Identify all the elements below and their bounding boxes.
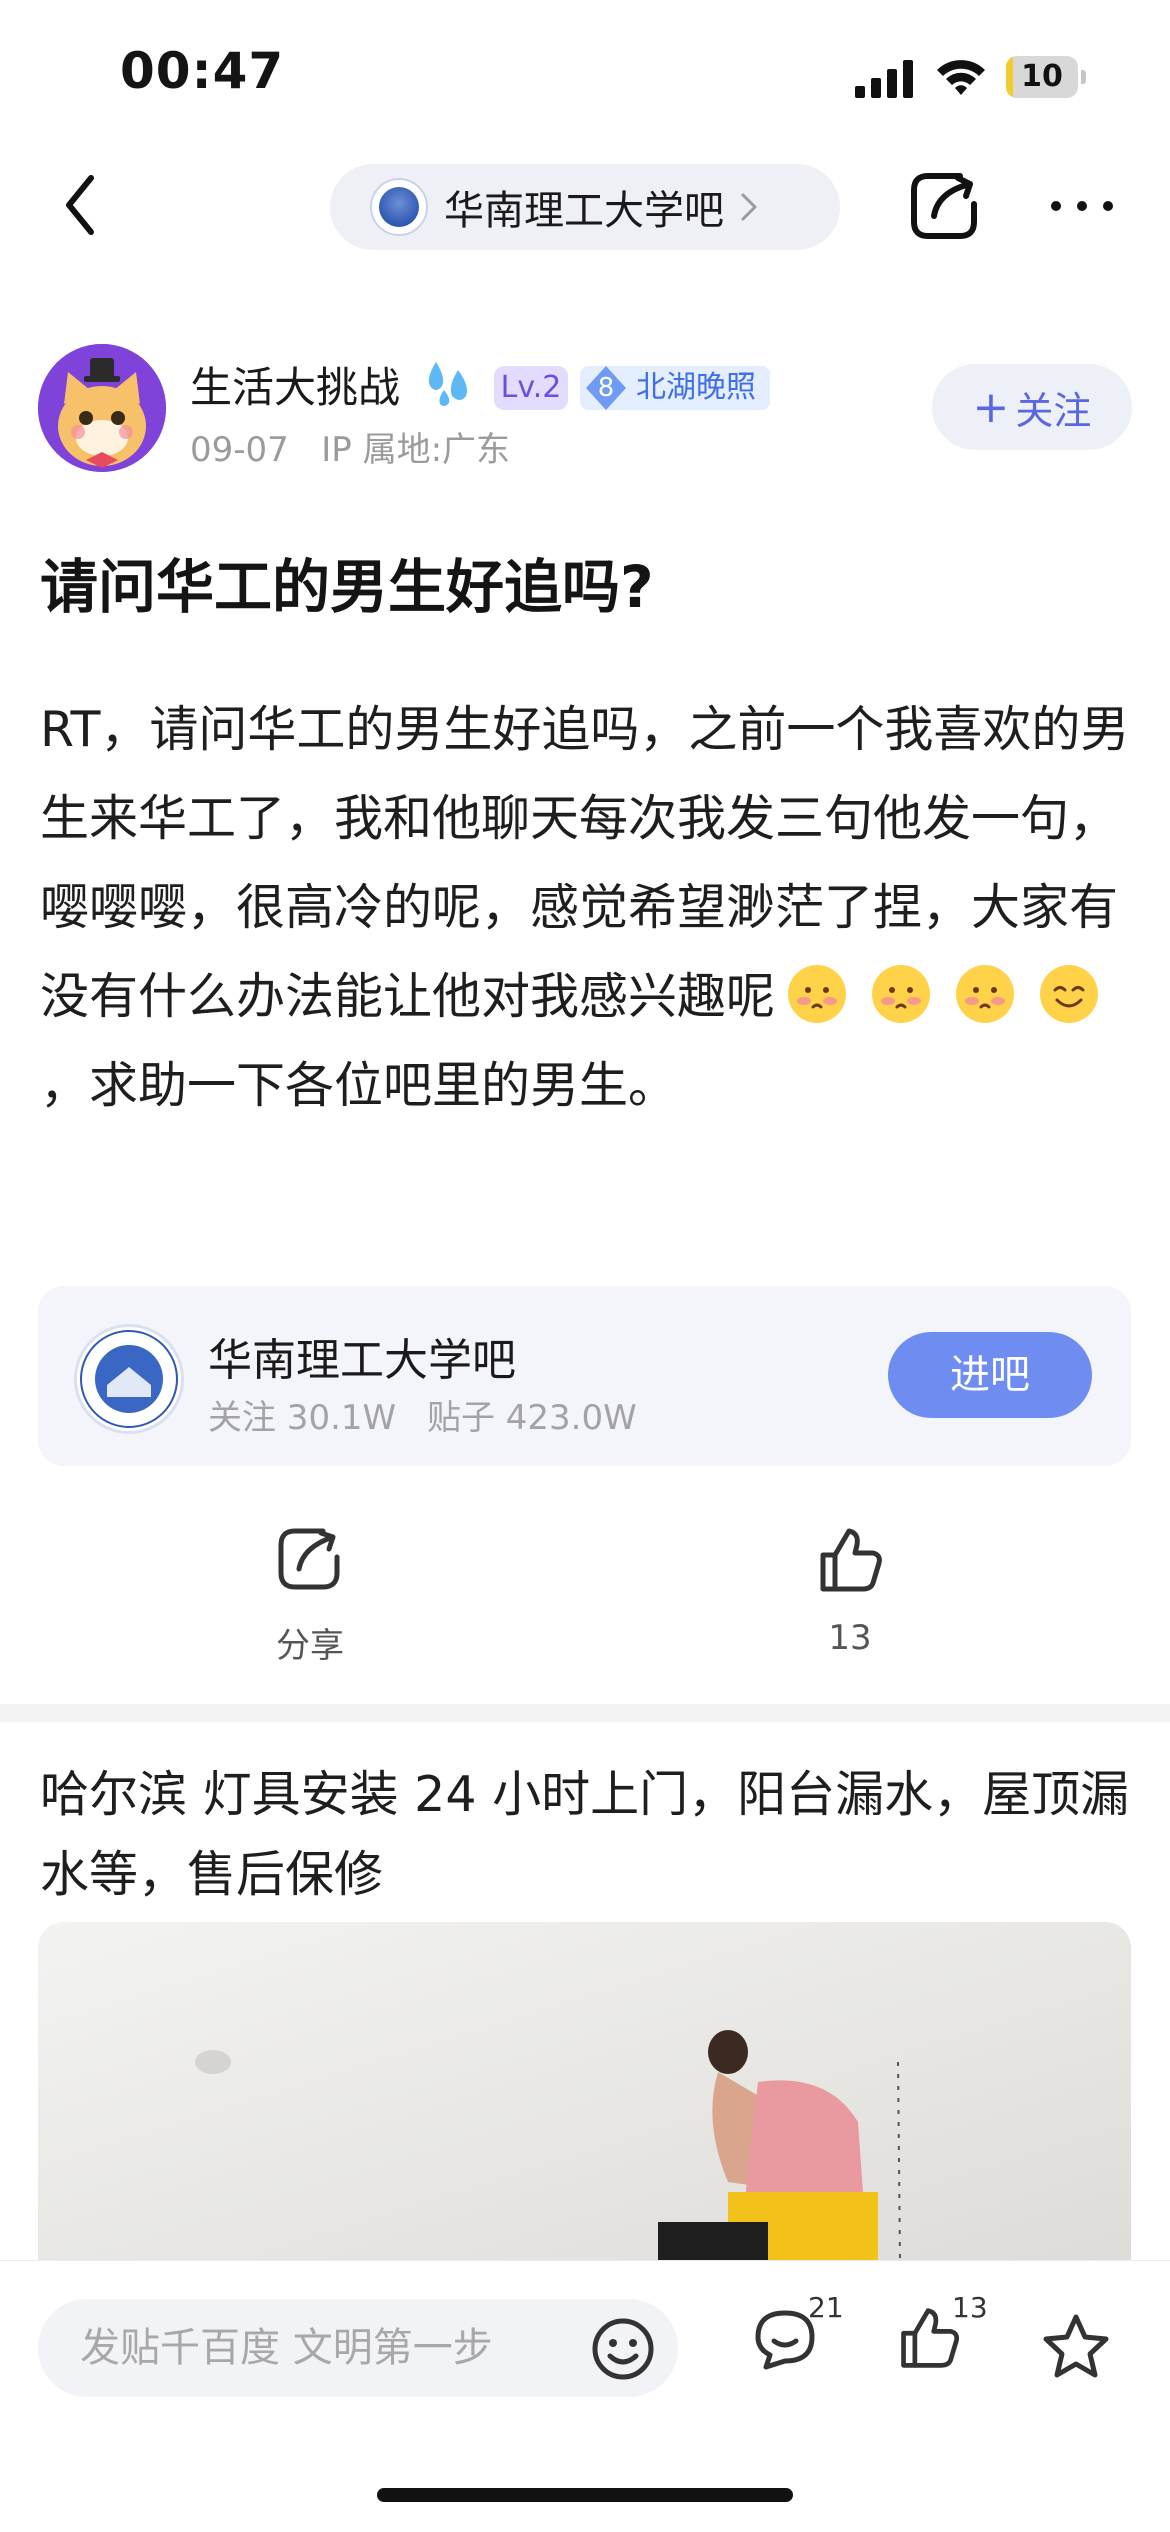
cellular-signal-icon	[855, 60, 913, 98]
home-indicator	[377, 2488, 793, 2502]
status-bar: 00:47 10	[0, 0, 1170, 150]
like-count-bottom: 13	[952, 2291, 988, 2324]
author-avatar[interactable]	[38, 344, 166, 472]
enter-forum-button[interactable]: 进吧	[888, 1332, 1092, 1418]
rank-number-icon: 8	[582, 364, 630, 412]
comment-input-placeholder: 发贴千百度 文明第一步	[80, 2325, 493, 2371]
share-action[interactable]: 分享	[230, 1525, 390, 1666]
follow-label: 关注	[1015, 388, 1092, 433]
forum-header-pill[interactable]: 华南理工大学吧	[330, 164, 840, 250]
status-time: 00:47	[120, 42, 285, 100]
post-date: 09-07	[190, 430, 289, 470]
share-icon[interactable]	[908, 170, 984, 242]
university-logo-icon	[74, 1324, 184, 1434]
battery-indicator: 10	[1006, 56, 1086, 98]
ceiling-repair-photo	[38, 1922, 1131, 2262]
wifi-icon	[937, 60, 985, 95]
blushing-face-icon	[872, 965, 931, 1023]
plus-icon: +	[972, 381, 1010, 433]
share-label: 分享	[276, 1626, 344, 1666]
more-options-icon[interactable]	[1048, 192, 1116, 220]
cat-avatar-icon	[38, 344, 166, 472]
comment-input[interactable]: 发贴千百度 文明第一步	[38, 2299, 678, 2397]
blushing-face-icon	[788, 965, 847, 1023]
post-body-text-end: ，求助一下各位吧里的男生。	[40, 1057, 678, 1114]
sweat-droplets-icon	[428, 362, 467, 406]
chevron-right-icon	[741, 193, 757, 221]
forum-logo-icon	[370, 178, 428, 236]
post-body: RT，请问华工的男生好追吗，之前一个我喜欢的男生来华工了，我和他聊天每次我发三句…	[40, 685, 1135, 1130]
comment-count: 21	[808, 2291, 844, 2324]
post-title: 请问华工的男生好追吗?	[40, 553, 654, 621]
share-icon	[278, 1528, 340, 1590]
forum-header-name: 华南理工大学吧	[444, 188, 724, 234]
ad-title[interactable]: 哈尔滨 灯具安装 24 小时上门，阳台漏水，屋顶漏水等，售后保修	[40, 1755, 1140, 1915]
author-name[interactable]: 生活大挑战	[190, 354, 400, 415]
rank-number: 8	[597, 373, 615, 403]
emoji-icon[interactable]	[590, 2316, 656, 2382]
rank-badge: 8 北湖晚照	[580, 366, 770, 410]
section-divider	[0, 1704, 1170, 1722]
forum-card-name: 华南理工大学吧	[208, 1335, 516, 1386]
forum-card-stats: 关注 30.1W 贴子 423.0W	[208, 1390, 657, 1439]
forum-followers: 关注 30.1W	[208, 1398, 397, 1438]
likes-button[interactable]: 13	[896, 2291, 988, 2385]
like-action[interactable]: 13	[770, 1525, 930, 1665]
forum-card[interactable]: 华南理工大学吧 关注 30.1W 贴子 423.0W 进吧	[38, 1286, 1131, 1466]
post-meta: 09-07 IP 属地:广东	[190, 422, 510, 471]
follow-button[interactable]: + 关注	[932, 364, 1132, 450]
like-count: 13	[828, 1618, 872, 1658]
rank-title: 北湖晚照	[636, 370, 756, 405]
smiling-face-icon	[1040, 965, 1099, 1023]
forum-posts: 贴子 423.0W	[426, 1398, 637, 1438]
back-arrow-icon[interactable]	[55, 170, 111, 240]
ad-image[interactable]	[38, 1922, 1131, 2262]
blushing-face-icon	[956, 965, 1015, 1023]
ip-location: IP 属地:广东	[321, 430, 511, 470]
battery-level: 10	[1021, 59, 1063, 94]
level-badge: Lv.2	[494, 366, 568, 410]
star-icon[interactable]	[1040, 2311, 1112, 2383]
comments-button[interactable]: 21	[752, 2291, 844, 2385]
thumbs-up-icon	[820, 1528, 882, 1592]
